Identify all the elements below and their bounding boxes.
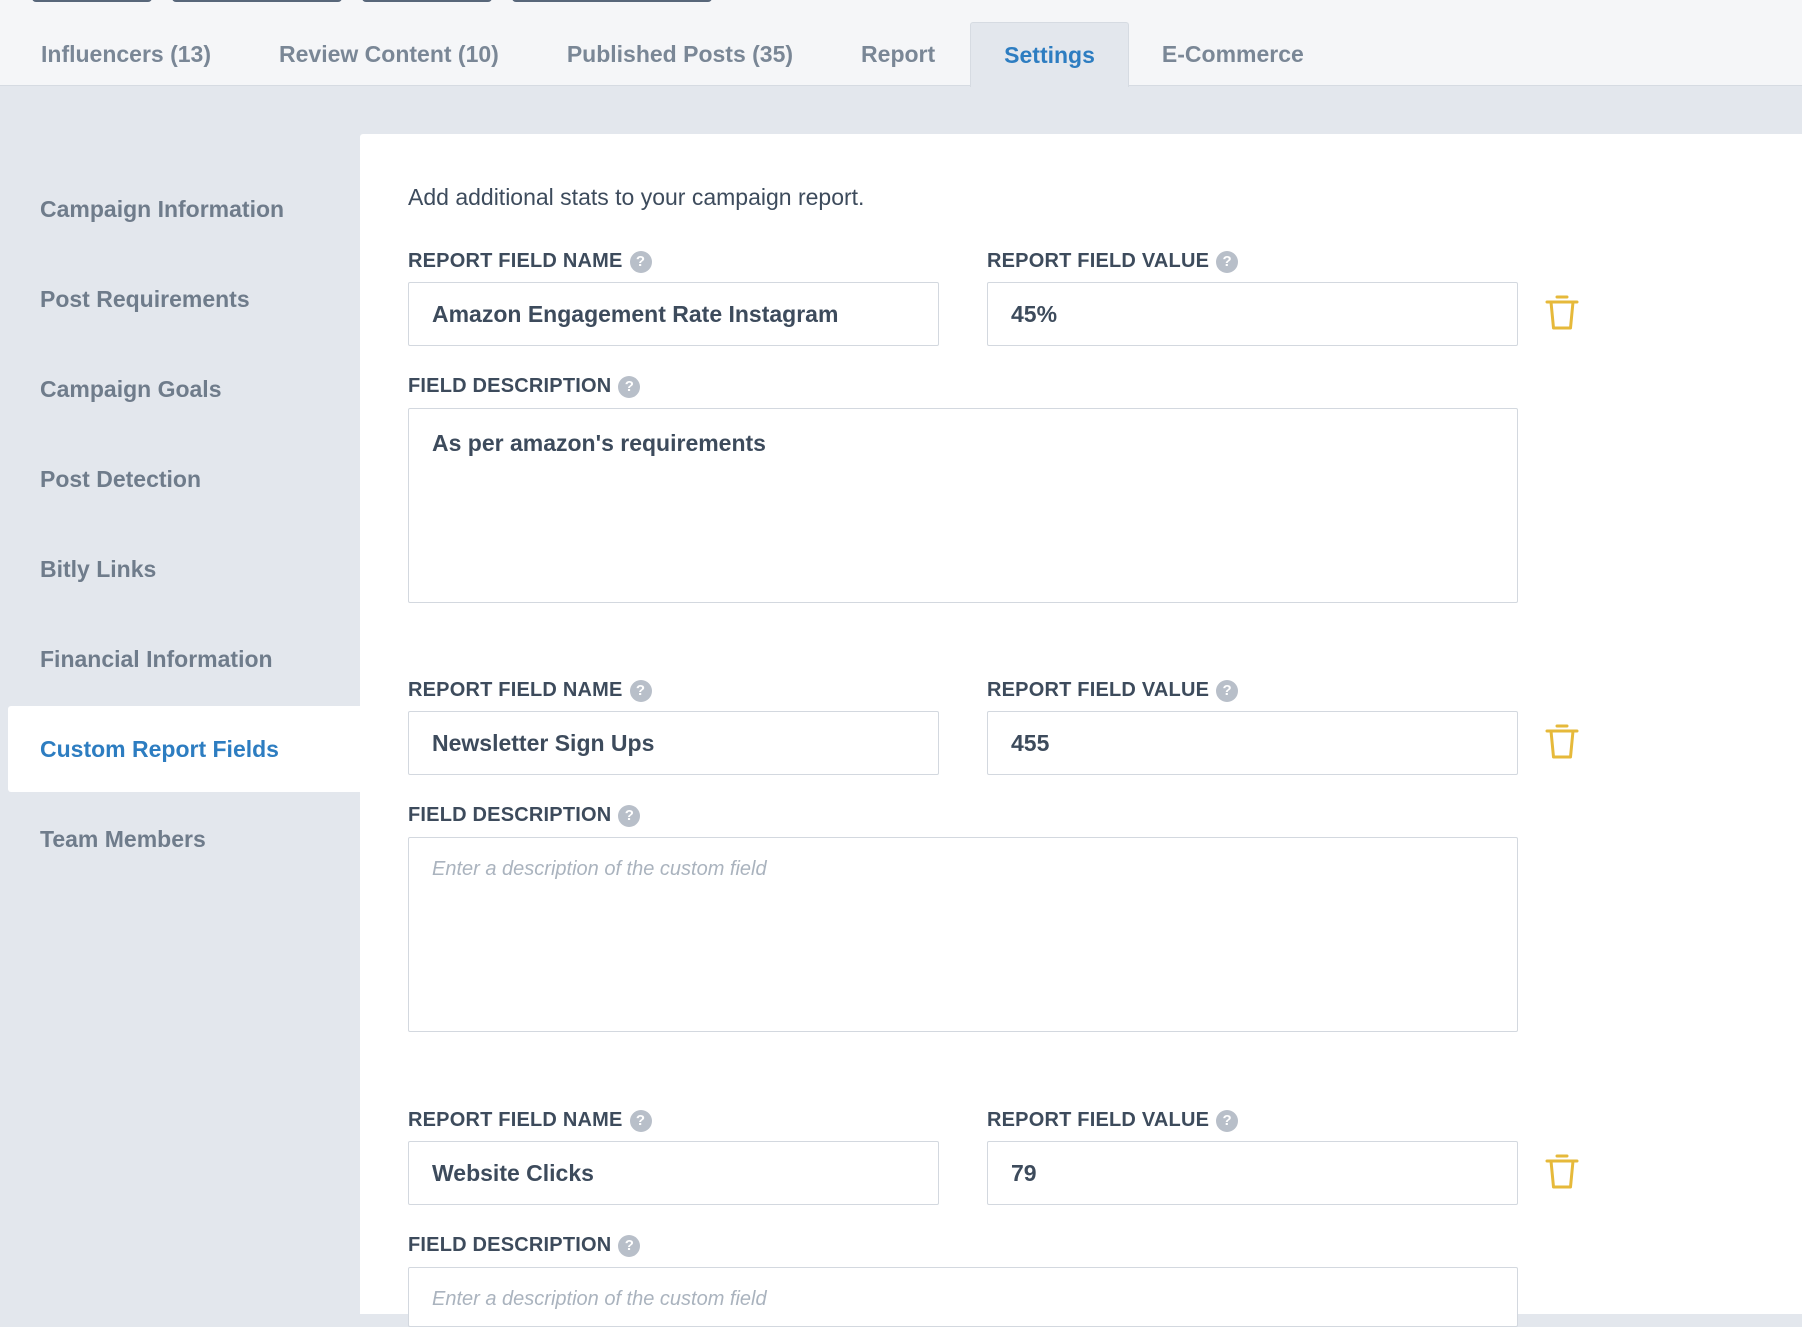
tab-settings[interactable]: Settings: [970, 22, 1129, 87]
trash-icon[interactable]: [1545, 723, 1579, 761]
field-description-textarea[interactable]: Enter a description of the custom field: [408, 837, 1518, 1032]
field-value-label: REPORT FIELD VALUE ?: [987, 250, 1239, 273]
help-icon[interactable]: ?: [1216, 679, 1239, 702]
field-description-textarea[interactable]: As per amazon's requirements: [408, 408, 1518, 603]
tab-influencers[interactable]: Influencers (13): [0, 22, 246, 86]
trash-icon[interactable]: [1545, 294, 1579, 332]
help-icon[interactable]: ?: [1216, 250, 1239, 273]
field-value-label: REPORT FIELD VALUE ?: [987, 679, 1239, 702]
field-value-label: REPORT FIELD VALUE ?: [987, 1109, 1239, 1132]
field-description-textarea[interactable]: Enter a description of the custom field: [408, 1267, 1518, 1327]
tab-report[interactable]: Report: [828, 22, 970, 86]
custom-report-fields-panel: Add additional stats to your campaign re…: [360, 134, 1802, 1327]
help-icon[interactable]: ?: [629, 1109, 652, 1132]
field-name-label: REPORT FIELD NAME ?: [408, 679, 652, 702]
sidebar-item-campaign-information[interactable]: Campaign Information: [0, 166, 360, 252]
field-value-input[interactable]: 455: [987, 711, 1518, 775]
help-icon[interactable]: ?: [618, 375, 641, 398]
tab-published-posts[interactable]: Published Posts (35): [534, 22, 828, 86]
field-description-label: FIELD DESCRIPTION ?: [408, 1234, 641, 1257]
sidebar-item-post-requirements[interactable]: Post Requirements: [0, 256, 360, 342]
help-icon[interactable]: ?: [618, 804, 641, 827]
tab-bar: Influencers (13) Review Content (10) Pub…: [0, 22, 1339, 87]
top-navigation: Influencers (13) Review Content (10) Pub…: [0, 0, 1802, 87]
field-description-label: FIELD DESCRIPTION ?: [408, 804, 641, 827]
sidebar-item-custom-report-fields[interactable]: Custom Report Fields: [8, 706, 360, 792]
cropped-page-title: [32, 0, 792, 4]
field-description-label: FIELD DESCRIPTION ?: [408, 375, 641, 398]
tab-e-commerce[interactable]: E-Commerce: [1129, 22, 1339, 86]
field-name-input[interactable]: Newsletter Sign Ups: [408, 711, 939, 775]
sidebar-item-financial-information[interactable]: Financial Information: [0, 616, 360, 702]
intro-text: Add additional stats to your campaign re…: [408, 184, 865, 210]
help-icon[interactable]: ?: [629, 679, 652, 702]
field-name-input[interactable]: Website Clicks: [408, 1141, 939, 1205]
sidebar-item-post-detection[interactable]: Post Detection: [0, 436, 360, 522]
settings-sidebar: Campaign Information Post Requirements C…: [0, 134, 360, 882]
sidebar-item-bitly-links[interactable]: Bitly Links: [0, 526, 360, 612]
sidebar-item-campaign-goals[interactable]: Campaign Goals: [0, 346, 360, 432]
help-icon[interactable]: ?: [629, 250, 652, 273]
tab-review-content[interactable]: Review Content (10): [246, 22, 534, 86]
field-name-label: REPORT FIELD NAME ?: [408, 250, 652, 273]
trash-icon[interactable]: [1545, 1153, 1579, 1191]
field-name-input[interactable]: Amazon Engagement Rate Instagram: [408, 282, 939, 346]
help-icon[interactable]: ?: [1216, 1109, 1239, 1132]
field-name-label: REPORT FIELD NAME ?: [408, 1109, 652, 1132]
field-value-input[interactable]: 79: [987, 1141, 1518, 1205]
sidebar-item-team-members[interactable]: Team Members: [0, 796, 360, 882]
field-value-input[interactable]: 45%: [987, 282, 1518, 346]
help-icon[interactable]: ?: [618, 1234, 641, 1257]
